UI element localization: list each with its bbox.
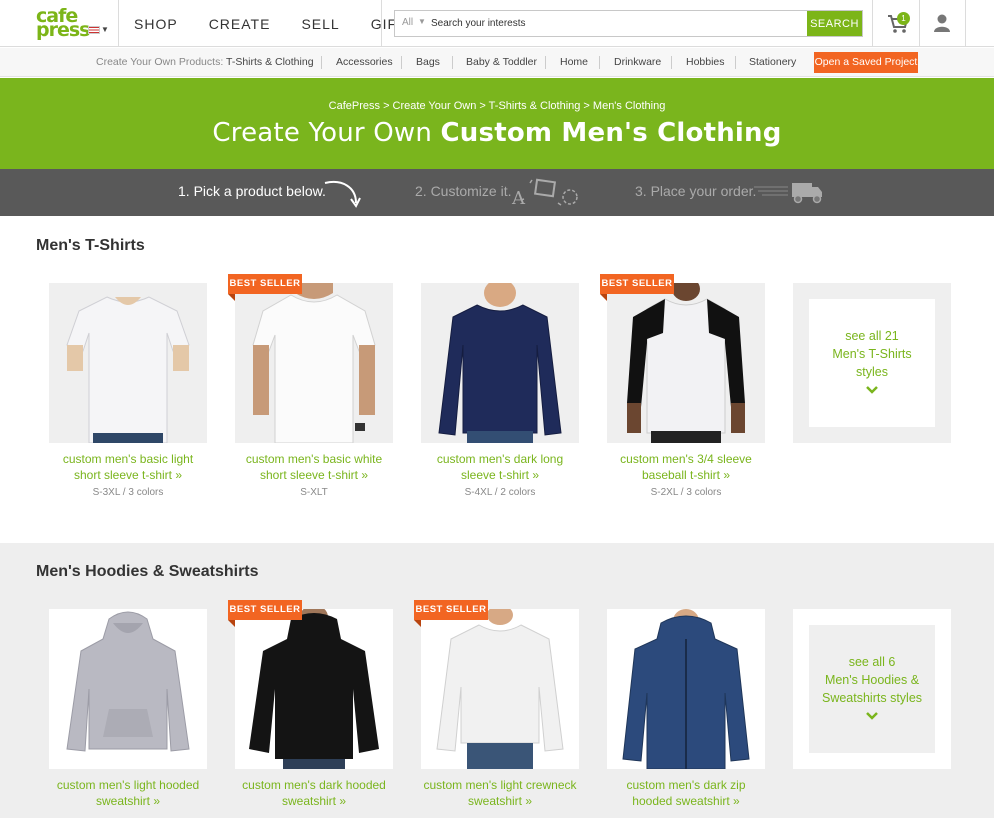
delivery-truck-icon [754, 183, 822, 204]
product-category-nav: Create Your Own Products: T-Shirts & Clo… [0, 48, 994, 77]
step-3: 3. Place your order. [635, 183, 757, 199]
product-title[interactable]: custom men's basic light short sleeve t-s… [39, 451, 217, 483]
nav-sell[interactable]: SELL [301, 16, 339, 32]
search-scope-select[interactable]: All [402, 17, 413, 28]
separator [401, 56, 402, 69]
search-button[interactable]: SEARCH [807, 11, 862, 36]
see-all-text[interactable]: see all 6 Men's Hoodies & Sweatshirts styl… [809, 653, 935, 707]
separator [671, 56, 672, 69]
see-all-hoodies-card[interactable]: see all 6 Men's Hoodies & Sweatshirts styl… [793, 609, 951, 769]
product-image[interactable] [421, 283, 579, 443]
nav-shop[interactable]: SHOP [134, 16, 178, 32]
separator [599, 56, 600, 69]
see-all-inner[interactable]: see all 6 Men's Hoodies & Sweatshirts styl… [809, 625, 935, 753]
subnav-item-stationery[interactable]: Stationery [749, 56, 796, 68]
us-flag-icon[interactable] [88, 26, 100, 34]
best-seller-badge: BEST SELLER [600, 274, 674, 294]
product-title[interactable]: custom men's dark hooded sweatshirt » [225, 777, 403, 809]
separator [321, 56, 322, 69]
see-all-text[interactable]: see all 21 Men's T-Shirts styles [809, 327, 935, 381]
subnav-item-bags[interactable]: Bags [416, 56, 440, 68]
product-title[interactable]: custom men's dark long sleeve t-shirt » [411, 451, 589, 483]
product-meta: S-2XL / 3 colors [650, 487, 722, 498]
badge-fold [228, 294, 235, 301]
chevron-down-icon[interactable]: ▼ [101, 25, 109, 34]
step-2: 2. Customize it. [415, 183, 512, 199]
product-meta: S-XLT [300, 487, 328, 498]
product-image[interactable] [49, 283, 207, 443]
chevron-down-icon[interactable] [865, 711, 879, 721]
product-image[interactable] [421, 609, 579, 769]
badge-fold [414, 620, 421, 627]
chevron-down-icon[interactable]: ▼ [418, 17, 426, 26]
badge-fold [600, 294, 607, 301]
best-seller-badge: BEST SELLER [228, 274, 302, 294]
subnav-label: Create Your Own Products: [96, 56, 224, 68]
page-title-prefix: Create Your Own [212, 118, 441, 148]
header-divider [118, 0, 119, 47]
subnav-item-tshirts[interactable]: T-Shirts & Clothing [226, 56, 314, 68]
customize-icon: A [511, 178, 578, 209]
see-all-inner[interactable]: see all 21 Men's T-Shirts styles [809, 299, 935, 427]
search-bar: All ▼ SEARCH [394, 10, 863, 37]
chevron-down-icon[interactable] [865, 385, 879, 395]
best-seller-badge: BEST SELLER [414, 600, 488, 620]
separator [545, 56, 546, 69]
see-all-tshirts-card[interactable]: see all 21 Men's T-Shirts styles [793, 283, 951, 443]
cafepress-logo[interactable]: cafe press [36, 7, 90, 41]
search-input[interactable] [431, 12, 801, 35]
header-divider [381, 0, 382, 47]
badge-fold [228, 620, 235, 627]
subnav-item-accessories[interactable]: Accessories [336, 56, 393, 68]
section-title-tshirts: Men's T-Shirts [36, 237, 145, 254]
section-title-hoodies: Men's Hoodies & Sweatshirts [36, 563, 259, 580]
subnav-item-drinkware[interactable]: Drinkware [614, 56, 661, 68]
product-title[interactable]: custom men's light crewneck sweatshirt » [411, 777, 589, 809]
header-divider [872, 0, 873, 47]
page-title: Create Your Own Custom Men's Clothing [0, 118, 994, 148]
user-icon[interactable] [933, 13, 951, 33]
product-title[interactable]: custom men's light hooded sweatshirt » [39, 777, 217, 809]
open-saved-project-button[interactable]: Open a Saved Project [814, 52, 918, 73]
step-1: 1. Pick a product below. [178, 183, 326, 199]
top-header: cafe press ▼ SHOP CREATE SELL GIFTS All … [0, 0, 994, 47]
header-divider [919, 0, 920, 47]
product-image[interactable] [235, 609, 393, 769]
separator [452, 56, 453, 69]
product-image[interactable] [235, 283, 393, 443]
breadcrumb[interactable]: CafePress > Create Your Own > T-Shirts &… [0, 100, 994, 112]
product-meta: S-3XL / 3 colors [92, 487, 164, 498]
subnav-item-home[interactable]: Home [560, 56, 588, 68]
logo-line-2: press [36, 19, 90, 41]
header-divider [965, 0, 966, 47]
subnav-item-hobbies[interactable]: Hobbies [686, 56, 725, 68]
product-image[interactable] [49, 609, 207, 769]
product-image[interactable] [607, 283, 765, 443]
separator [735, 56, 736, 69]
product-title[interactable]: custom men's dark zip hooded sweatshirt » [597, 777, 775, 809]
page-title-bold: Custom Men's Clothing [440, 118, 782, 148]
nav-create[interactable]: CREATE [209, 16, 271, 32]
steps-bar: 1. Pick a product below. 2. Customize it… [0, 169, 994, 216]
curved-arrow-icon [324, 181, 361, 208]
product-title[interactable]: custom men's basic white short sleeve t-s… [225, 451, 403, 483]
hero-banner: CafePress > Create Your Own > T-Shirts &… [0, 78, 994, 169]
product-title[interactable]: custom men's 3/4 sleeve baseball t-shirt … [597, 451, 775, 483]
subnav-item-baby[interactable]: Baby & Toddler [466, 56, 537, 68]
best-seller-badge: BEST SELLER [228, 600, 302, 620]
product-meta: S-4XL / 2 colors [464, 487, 536, 498]
cart-count-badge: 1 [897, 12, 910, 25]
product-image[interactable] [607, 609, 765, 769]
